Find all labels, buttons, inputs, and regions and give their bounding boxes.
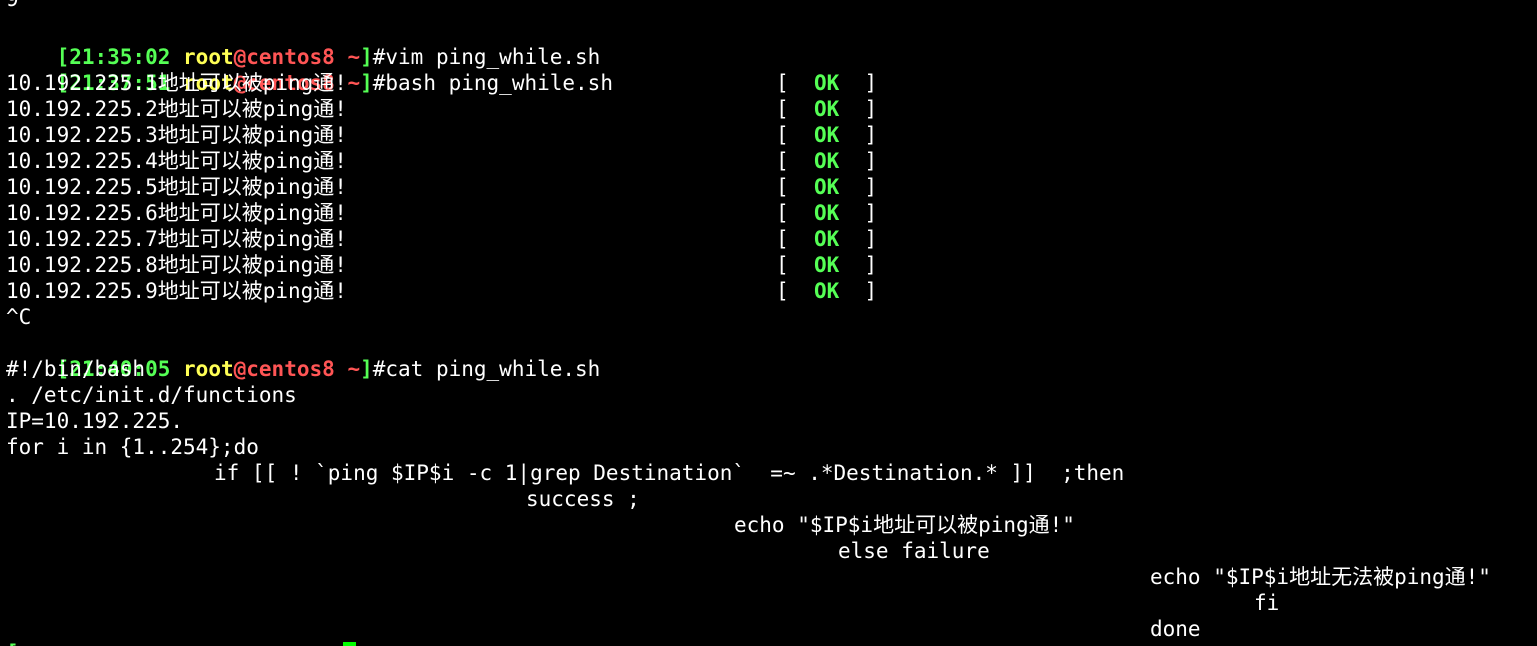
result-line: 10.192.225.5地址可以被ping通!	[6, 174, 347, 200]
terminal-window[interactable]: 9 [21:35:02 root@centos8 ~]#vim ping_whi…	[0, 0, 1537, 646]
status-open: [	[776, 97, 789, 121]
script-line: else failure	[838, 539, 990, 563]
status-ok: OK	[813, 175, 840, 199]
script-line: if [[ ! `ping $IP$i -c 1|grep Destinatio…	[214, 461, 1125, 485]
result-line: 10.192.225.4地址可以被ping通!	[6, 148, 347, 174]
status-open: [	[776, 201, 789, 225]
result-text: 10.192.225.5地址可以被ping通!	[6, 175, 347, 199]
terminal-cursor	[343, 642, 356, 646]
status-open: [	[776, 279, 789, 303]
result-text: 10.192.225.9地址可以被ping通!	[6, 279, 347, 303]
status-open: [	[776, 227, 789, 251]
status-close: ]	[864, 227, 878, 251]
prompt-close: ]	[360, 71, 373, 95]
script-line: success ;	[526, 487, 640, 511]
result-text: 10.192.225.2地址可以被ping通!	[6, 97, 347, 121]
status-open: [	[776, 123, 789, 147]
prompt-cwd: ~	[347, 357, 361, 381]
result-text: 10.192.225.6地址可以被ping通!	[6, 201, 347, 225]
result-text: 10.192.225.3地址可以被ping通!	[6, 123, 347, 147]
status-ok: OK	[813, 253, 840, 277]
status-close: ]	[864, 71, 878, 95]
script-line: echo "$IP$i地址无法被ping通!"	[1150, 565, 1491, 589]
status-ok: OK	[813, 149, 840, 173]
result-text: 10.192.225.7地址可以被ping通!	[6, 227, 347, 251]
prompt-user: root	[183, 357, 234, 381]
status-box: [ OK ]	[776, 278, 877, 304]
status-close: ]	[864, 149, 878, 173]
prompt-cwd: ~	[347, 71, 361, 95]
status-close: ]	[864, 253, 878, 277]
status-ok: OK	[813, 279, 840, 303]
prompt-command: #cat ping_while.sh	[372, 357, 601, 381]
status-close: ]	[864, 175, 878, 199]
prompt-line: [	[6, 640, 19, 646]
result-line: 10.192.225.2地址可以被ping通!	[6, 96, 347, 122]
script-line: echo "$IP$i地址可以被ping通!"	[734, 513, 1075, 537]
result-line: 10.192.225.1地址可以被ping通!	[6, 70, 347, 96]
prompt-line: [21:35:02 root@centos8 ~]#vim ping_while…	[6, 18, 601, 69]
status-box: [ OK ]	[776, 96, 877, 122]
status-open: [	[776, 253, 789, 277]
result-line: 10.192.225.8地址可以被ping通!	[6, 252, 347, 278]
result-line: 10.192.225.3地址可以被ping通!	[6, 122, 347, 148]
script-line: for i in {1..254};do	[6, 435, 259, 459]
script-line: IP=10.192.225.	[6, 409, 184, 433]
status-close: ]	[864, 123, 878, 147]
status-close: ]	[864, 279, 878, 303]
result-text: 10.192.225.4地址可以被ping通!	[6, 149, 347, 173]
status-open: [	[776, 71, 789, 95]
prompt-line: [21:40:05 root@centos8 ~]#cat ping_while…	[6, 330, 601, 381]
prompt-host: centos8	[246, 357, 335, 381]
status-close: ]	[864, 201, 878, 225]
result-line: 10.192.225.7地址可以被ping通!	[6, 226, 347, 252]
result-text: 10.192.225.1地址可以被ping通!	[6, 71, 347, 95]
result-text: 10.192.225.8地址可以被ping通!	[6, 253, 347, 277]
status-open: [	[776, 149, 789, 173]
status-close: ]	[864, 97, 878, 121]
status-open: [	[776, 175, 789, 199]
status-box: [ OK ]	[776, 252, 877, 278]
status-box: [ OK ]	[776, 148, 877, 174]
script-line: #!/bin/bash	[6, 357, 146, 381]
interrupt-line: ^C	[6, 305, 32, 329]
status-box: [ OK ]	[776, 174, 877, 200]
prompt-command: #bash ping_while.sh	[372, 71, 613, 95]
result-line: 10.192.225.9地址可以被ping通!	[6, 278, 347, 304]
output-fragment: 9	[6, 0, 19, 12]
status-ok: OK	[813, 123, 840, 147]
prompt-fragment: [	[6, 641, 19, 646]
script-line: done	[1150, 617, 1201, 641]
status-ok: OK	[813, 201, 840, 225]
status-ok: OK	[813, 227, 840, 251]
status-box: [ OK ]	[776, 226, 877, 252]
status-box: [ OK ]	[776, 122, 877, 148]
script-line: . /etc/init.d/functions	[6, 383, 297, 407]
prompt-at: @	[233, 357, 247, 381]
prompt-line: [21:37:51 root@centos8 ~]#bash ping_whil…	[6, 44, 613, 95]
status-box: [ OK ]	[776, 70, 877, 96]
status-ok: OK	[813, 71, 840, 95]
status-ok: OK	[813, 97, 840, 121]
result-line: 10.192.225.6地址可以被ping通!	[6, 200, 347, 226]
prompt-close: ]	[360, 357, 373, 381]
status-box: [ OK ]	[776, 200, 877, 226]
script-line: fi	[1254, 591, 1280, 615]
